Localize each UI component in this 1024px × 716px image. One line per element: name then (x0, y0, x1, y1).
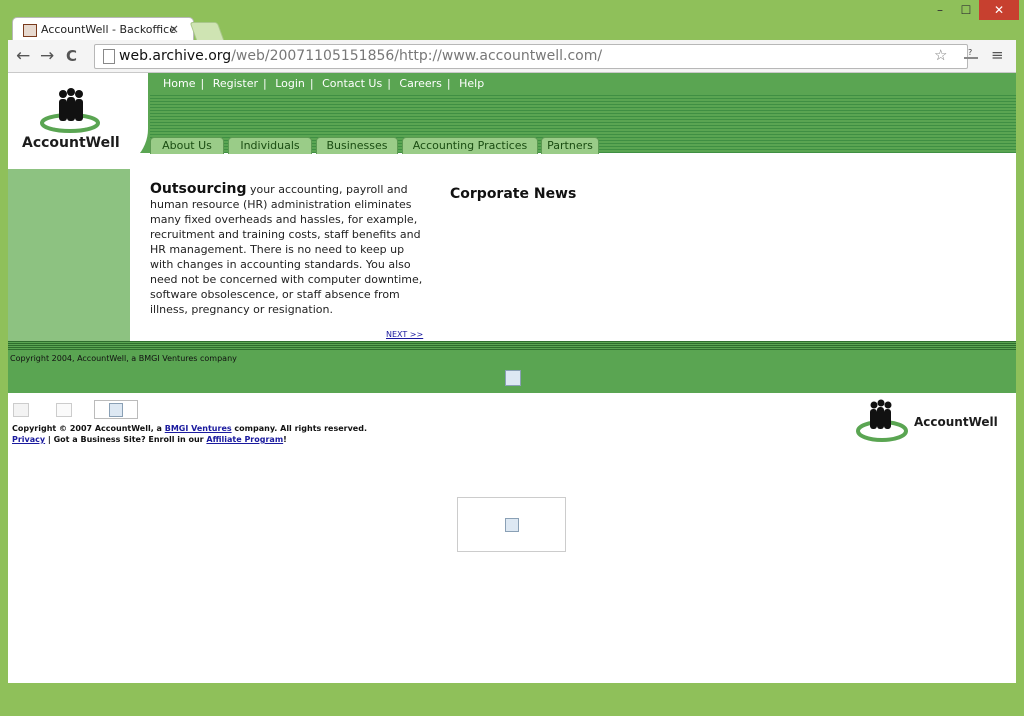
close-window-button[interactable]: ✕ (979, 0, 1019, 20)
nav-separator: | (263, 77, 267, 90)
tab-individuals[interactable]: Individuals (228, 137, 312, 154)
content-divider (8, 341, 1016, 351)
svg-text:?: ? (968, 48, 972, 57)
maximize-button[interactable]: ☐ (953, 0, 979, 20)
nav-separator: | (446, 77, 451, 90)
broken-image-icon (109, 403, 123, 417)
nav-separator: | (200, 77, 205, 90)
left-sidebar (8, 169, 130, 341)
bmgi-ventures-link[interactable]: BMGI Ventures (165, 424, 232, 433)
accountwell-logo-icon[interactable] (30, 85, 100, 135)
back-arrow-icon[interactable]: ← (16, 46, 30, 66)
top-navigation: Home | Register | Login | Contact Us | Caree… (163, 77, 484, 90)
browser-toolbar: ← → C web.archive.org/web/20071105151856… (8, 40, 1016, 73)
affiliate-program-link[interactable]: Affiliate Program (206, 435, 283, 444)
broken-image-icon (505, 370, 521, 386)
corporate-news-heading: Corporate News (450, 186, 577, 202)
broken-image-icon (505, 518, 519, 532)
address-url[interactable]: web.archive.org/web/20071105151856/http:… (119, 48, 602, 64)
tab-businesses[interactable]: Businesses (316, 137, 398, 154)
nav-register-link[interactable]: Register (213, 77, 258, 90)
address-bar[interactable]: web.archive.org/web/20071105151856/http:… (94, 44, 968, 69)
bookmark-star-icon[interactable]: ☆ (934, 46, 947, 64)
nav-separator: | (387, 77, 391, 90)
footer-middle-text: | Got a Business Site? Enroll in our (45, 435, 207, 444)
extension-icon[interactable]: ? (963, 47, 979, 64)
nav-home-link[interactable]: Home (163, 77, 195, 90)
nav-contact-link[interactable]: Contact Us (322, 77, 382, 90)
ad-image-placeholder (457, 497, 566, 552)
minimize-button[interactable]: – (927, 0, 953, 20)
intro-text: your accounting, payroll and human resou… (150, 183, 423, 316)
browser-menu-icon[interactable]: ≡ (991, 46, 1004, 64)
tab-close-icon[interactable]: × (169, 22, 179, 36)
logo-text: AccountWell (22, 135, 120, 151)
tab-title: AccountWell - Backoffice (41, 23, 176, 36)
footer-image-placeholder (94, 400, 138, 419)
footer-logo-icon (856, 399, 908, 442)
copyright-prefix: Copyright © 2007 AccountWell, a (12, 424, 165, 433)
intro-paragraph: Outsourcing your accounting, payroll and… (150, 182, 426, 317)
footer-copyright: Copyright © 2007 AccountWell, a BMGI Ven… (12, 423, 367, 445)
print-icon[interactable] (13, 403, 29, 417)
browser-tab[interactable]: AccountWell - Backoffice × (12, 17, 194, 42)
logo-panel: AccountWell (8, 73, 148, 169)
nav-careers-link[interactable]: Careers (399, 77, 442, 90)
footer-end-text: ! (283, 435, 287, 444)
intro-heading: Outsourcing (150, 181, 247, 197)
email-icon[interactable] (56, 403, 72, 417)
copyright-band-text: Copyright 2004, AccountWell, a BMGI Vent… (10, 354, 237, 363)
tab-partners[interactable]: Partners (541, 137, 599, 154)
tab-about-us[interactable]: About Us (150, 137, 224, 154)
tab-accounting-practices[interactable]: Accounting Practices (402, 137, 538, 154)
copyright-suffix: company. All rights reserved. (231, 424, 367, 433)
extension-svg-icon: ? (964, 48, 978, 59)
nav-separator: | (309, 77, 314, 90)
next-link[interactable]: NEXT >> (386, 330, 423, 339)
page-viewport: AccountWell Home | Register | Login | Conta… (8, 73, 1016, 683)
url-path: /web/20071105151856/http://www.accountwe… (231, 48, 603, 64)
url-host: web.archive.org (119, 48, 232, 64)
site-favicon-icon (23, 24, 37, 37)
nav-login-link[interactable]: Login (275, 77, 305, 90)
forward-arrow-icon[interactable]: → (40, 46, 54, 66)
nav-help-link[interactable]: Help (459, 77, 484, 90)
footer-logo-text: AccountWell (914, 415, 998, 429)
page-icon (103, 49, 115, 64)
privacy-link[interactable]: Privacy (12, 435, 45, 444)
reload-icon[interactable]: C (66, 47, 77, 65)
